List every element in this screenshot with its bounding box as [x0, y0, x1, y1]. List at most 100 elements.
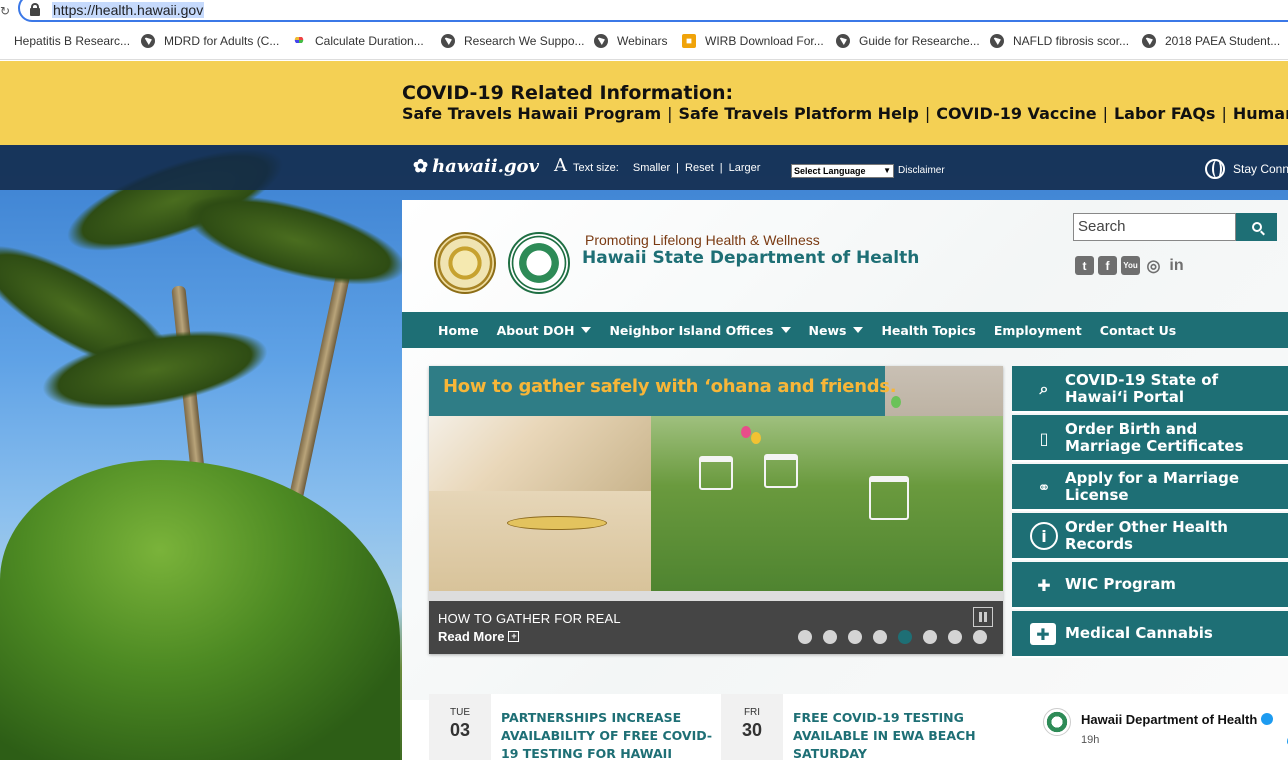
quick-link-medical-cannabis[interactable]: ✚ Medical Cannabis: [1012, 611, 1288, 658]
search-input[interactable]: Search: [1073, 213, 1236, 241]
bookmark-item[interactable]: Guide for Researche...: [836, 34, 980, 48]
nav-news[interactable]: News: [809, 323, 864, 338]
palm-fronds: [174, 176, 416, 304]
carousel-dot[interactable]: [948, 630, 962, 644]
hawaii-gov-logo[interactable]: ✿ hawaii.gov: [413, 156, 539, 177]
language-select[interactable]: Select Language ▼: [791, 164, 894, 178]
bookmark-label: Research We Suppo...: [464, 34, 585, 48]
nav-neighbor-island-offices[interactable]: Neighbor Island Offices: [609, 322, 791, 338]
main-navigation: Home About DOH Neighbor Island Offices N…: [402, 312, 1288, 348]
quick-links: ⌕ COVID-19 State of Hawai‘i Portal ▯ Ord…: [1012, 366, 1288, 658]
read-more-link[interactable]: Read More +: [438, 629, 520, 644]
featured-carousel[interactable]: How to gather safely with ‘ohana and fri…: [429, 366, 1003, 654]
link-safe-travels-program[interactable]: Safe Travels Hawaii Program: [402, 104, 661, 123]
quick-link-covid-portal[interactable]: ⌕ COVID-19 State of Hawai‘i Portal: [1012, 366, 1288, 413]
carousel-dot[interactable]: [973, 630, 987, 644]
bookmark-item[interactable]: Research We Suppo...: [441, 34, 585, 48]
balloon-shape: [891, 396, 901, 408]
quick-link-label: Order Birth and Marriage Certificates: [1065, 420, 1244, 455]
globe-icon: [1205, 159, 1225, 179]
covid-banner-links: Safe Travels Hawaii Program | Safe Travels…: [402, 104, 1288, 123]
youtube-icon[interactable]: You: [1121, 256, 1140, 275]
news-item[interactable]: TUE 03 PARTNERSHIPS INCREASE AVAILABILIT…: [429, 694, 719, 760]
nav-contact-us[interactable]: Contact Us: [1100, 323, 1176, 338]
bookmark-item[interactable]: Calculate Duration...: [292, 34, 424, 48]
carousel-dot[interactable]: [898, 630, 912, 644]
search-button[interactable]: [1236, 213, 1277, 241]
nav-label: Contact Us: [1099, 322, 1177, 338]
department-title[interactable]: Hawaii State Department of Health: [582, 248, 919, 268]
bookmark-item[interactable]: 2018 PAEA Student...: [1142, 34, 1280, 48]
nav-about-doh[interactable]: About DOH: [497, 323, 592, 338]
bookmark-item[interactable]: MDRD for Adults (C...: [141, 34, 279, 48]
verified-icon: [1261, 713, 1274, 725]
surfboard-shape: [507, 516, 607, 530]
bookmark-item[interactable]: NAFLD fibrosis scor...: [990, 34, 1129, 48]
avatar: [1043, 708, 1071, 736]
text-size-icon: A: [554, 155, 567, 176]
news-day: 03: [449, 720, 471, 740]
quick-link-label: COVID-19 State of Hawai‘i Portal: [1065, 371, 1219, 406]
wirb-icon: [682, 34, 696, 48]
carousel-dot[interactable]: [873, 630, 887, 644]
address-field[interactable]: [18, 0, 1288, 22]
nav-label: Neighbor Island Offices: [609, 322, 774, 338]
text-reset-link[interactable]: Reset: [685, 162, 714, 174]
instagram-icon[interactable]: ◎: [1144, 256, 1163, 275]
state-seal-logo[interactable]: [434, 232, 496, 294]
link-human-services[interactable]: Human Servi: [1233, 104, 1288, 123]
quick-link-birth-marriage-certificates[interactable]: ▯ Order Birth and Marriage Certificates: [1012, 415, 1288, 462]
text-smaller-link[interactable]: Smaller: [633, 162, 670, 174]
doh-seal-logo[interactable]: [508, 232, 570, 294]
carousel-dot[interactable]: [823, 630, 837, 644]
twitter-feed-item[interactable]: Hawaii Department of Health 19h: [1043, 708, 1288, 760]
tweet-author[interactable]: Hawaii Department of Health: [1081, 712, 1274, 727]
facebook-icon[interactable]: f: [1098, 256, 1117, 275]
link-labor-faqs[interactable]: Labor FAQs: [1114, 104, 1216, 123]
bookmark-item[interactable]: Hepatitis B Researc...: [0, 34, 130, 48]
stay-connected[interactable]: Stay Conn: [1205, 159, 1288, 179]
bookmark-item[interactable]: WIRB Download For...: [682, 34, 824, 48]
lock-icon[interactable]: [30, 3, 40, 16]
hibiscus-icon: ✿: [413, 156, 429, 177]
bookmark-item[interactable]: Webinars: [594, 34, 667, 48]
news-title[interactable]: PARTNERSHIPS INCREASE AVAILABILITY OF FR…: [501, 709, 716, 760]
text-larger-link[interactable]: Larger: [729, 162, 761, 174]
linkedin-icon[interactable]: in: [1167, 256, 1186, 275]
carousel-dot[interactable]: [923, 630, 937, 644]
chevron-down-icon: [853, 327, 864, 333]
news-date: TUE 03: [429, 694, 491, 760]
url-text[interactable]: https://health.hawaii.gov: [52, 2, 205, 18]
chevron-down-icon: [581, 327, 592, 333]
carousel-dot[interactable]: [798, 630, 812, 644]
hawaii-gov-logo-text: hawaii.gov: [432, 156, 539, 177]
news-item[interactable]: FRI 30 FREE COVID-19 TESTING AVAILABLE I…: [721, 694, 1011, 760]
news-title[interactable]: FREE COVID-19 TESTING AVAILABLE IN EWA B…: [793, 709, 1008, 760]
language-select-value: Select Language: [794, 166, 866, 176]
chair-shape: [764, 454, 798, 488]
link-safe-travels-help[interactable]: Safe Travels Platform Help: [679, 104, 919, 123]
twitter-icon[interactable]: t: [1075, 256, 1094, 275]
slide-photo-food: [429, 416, 651, 491]
slide-headline: How to gather safely with ‘ohana and fri…: [443, 376, 897, 397]
quick-link-wic-program[interactable]: ✚ WIC Program: [1012, 562, 1288, 609]
separator: |: [667, 104, 673, 123]
pause-button[interactable]: [973, 607, 993, 627]
bookmark-label: 2018 PAEA Student...: [1165, 34, 1281, 48]
site-tagline: Promoting Lifelong Health & Wellness: [585, 232, 820, 248]
search-box: Search: [1073, 213, 1277, 241]
nav-home[interactable]: Home: [438, 323, 479, 338]
carousel-dot[interactable]: [848, 630, 862, 644]
link-covid-vaccine[interactable]: COVID-19 Vaccine: [936, 104, 1096, 123]
medical-kit-icon: ✚: [1030, 623, 1056, 645]
reload-icon[interactable]: ↻: [0, 4, 10, 18]
carousel-caption-bar: HOW TO GATHER FOR REAL Read More +: [429, 601, 1003, 654]
quick-link-marriage-license[interactable]: ⚭ Apply for a Marriage License: [1012, 464, 1288, 511]
nav-health-topics[interactable]: Health Topics: [881, 323, 975, 338]
chevron-down-icon: ▼: [883, 166, 891, 175]
disclaimer-link[interactable]: Disclaimer: [898, 165, 945, 176]
quick-link-other-health-records[interactable]: i Order Other Health Records: [1012, 513, 1288, 560]
covid-info-banner: COVID-19 Related Information: Safe Trave…: [0, 61, 1288, 145]
nav-employment[interactable]: Employment: [994, 323, 1082, 338]
bookmark-label: Calculate Duration...: [315, 34, 424, 48]
